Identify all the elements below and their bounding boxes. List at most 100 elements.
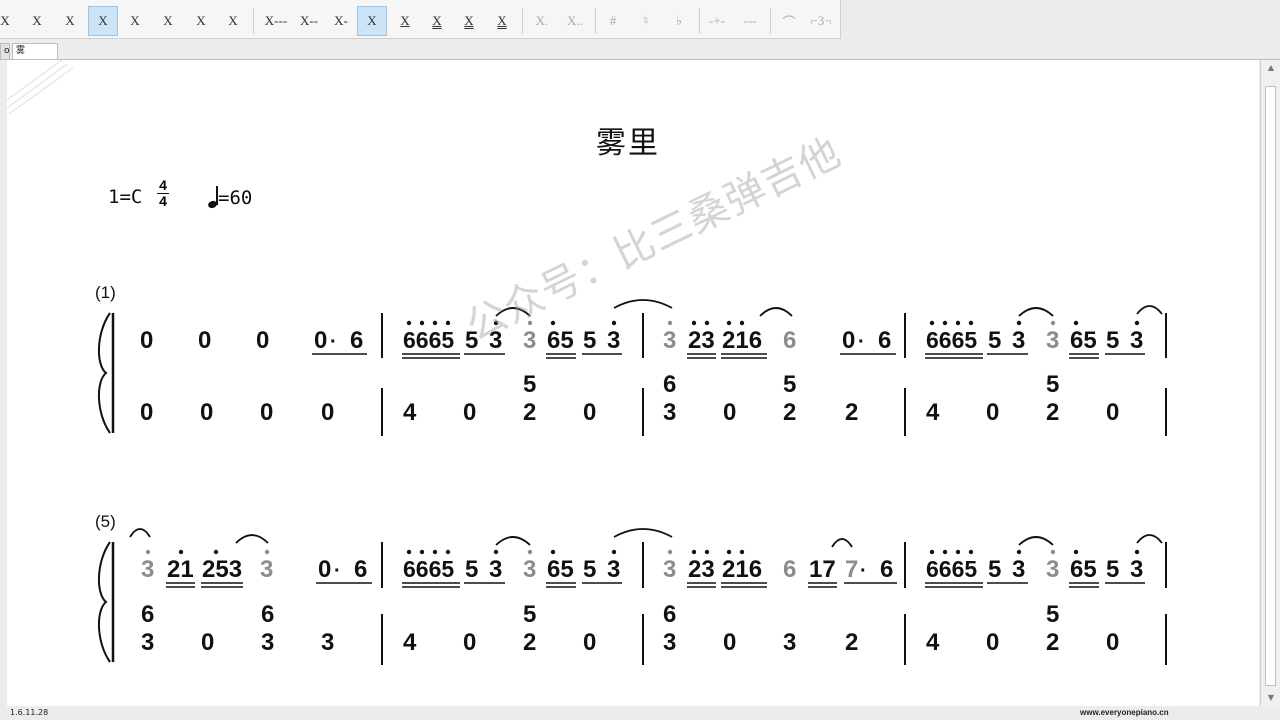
octave-dot (929, 549, 935, 555)
jianpu-note: 6665 (403, 556, 454, 582)
score-notation: (1)0 0 0 0 · 6 6665 5 3 3 65 5 3 3 23 216 6 0 · 6 6665 5 3 3 65 5… (95, 283, 1167, 665)
jianpu-note: 3 (321, 629, 334, 656)
octave-dot (445, 549, 451, 555)
tie-arc (831, 538, 853, 548)
octave-dot (264, 549, 270, 555)
jianpu-note: 3 (663, 399, 676, 426)
jianpu-note: 0 (140, 399, 153, 426)
jianpu-note: 216 (722, 556, 762, 583)
jianpu-note: 21 (167, 556, 194, 583)
jianpu-note: 0 (583, 629, 596, 656)
octave-dot (1050, 320, 1056, 326)
jianpu-note: 6665 (926, 556, 977, 582)
tie-arc-long (613, 528, 673, 538)
jianpu-note: 65 (1070, 556, 1097, 583)
tie-arc-long (613, 299, 673, 309)
system-brace (97, 312, 111, 434)
jianpu-note: 5 (783, 371, 796, 398)
octave-dot (667, 549, 673, 555)
octave-dot (1016, 549, 1022, 555)
octave-dot (955, 549, 961, 555)
octave-dot (1050, 549, 1056, 555)
jianpu-note: 3 (1130, 556, 1143, 583)
jianpu-note: 253 (202, 556, 242, 583)
scroll-down-icon[interactable]: ▼ (1261, 690, 1280, 706)
octave-dot (1073, 549, 1079, 555)
jianpu-note: 0 (723, 629, 736, 656)
jianpu-note: 3 (523, 556, 536, 583)
octave-dot (527, 320, 533, 326)
octave-dot (406, 549, 412, 555)
tie-arc (495, 536, 531, 546)
jianpu-note: 3 (1012, 556, 1025, 583)
tie-arc (235, 534, 269, 544)
octave-dot (432, 320, 438, 326)
jianpu-note: 2 (845, 399, 858, 426)
jianpu-note: 0 (1106, 629, 1119, 656)
jianpu-note: 3 (260, 556, 273, 583)
jianpu-note: 5 (523, 371, 536, 398)
jianpu-note: 0 (201, 629, 214, 656)
jianpu-note: 3 (607, 556, 620, 583)
jianpu-note: 3 (141, 629, 154, 656)
system-brace (97, 541, 111, 663)
octave-dot (704, 320, 710, 326)
octave-dot (739, 320, 745, 326)
jianpu-note: 17 (809, 556, 836, 583)
jianpu-note: 0 (1106, 399, 1119, 426)
jianpu-note: 3 (1012, 327, 1025, 354)
jianpu-note: 6 (663, 371, 676, 398)
jianpu-note: 6 (783, 556, 796, 583)
tie-arc (495, 307, 531, 317)
status-bar: 1.6.11.28 www.everyonepiano.cn (0, 706, 1280, 720)
octave-dot (968, 320, 974, 326)
octave-dot (1134, 320, 1140, 326)
jianpu-note: 4 (403, 629, 417, 656)
scroll-thumb[interactable] (1265, 86, 1276, 686)
octave-dot (968, 549, 974, 555)
tie-arc (1018, 536, 1054, 546)
jianpu-note: 5 (988, 327, 1001, 354)
vertical-scrollbar[interactable]: ▲ ▼ (1260, 60, 1280, 706)
octave-dot (406, 320, 412, 326)
tie-arc (1018, 307, 1054, 317)
octave-dot (739, 549, 745, 555)
jianpu-note: 0 (140, 327, 153, 354)
tie-arc (759, 307, 793, 317)
jianpu-note: 5 (1106, 327, 1119, 354)
octave-dot (527, 549, 533, 555)
jianpu-note: 3 (489, 556, 502, 583)
jianpu-note: 0 (986, 399, 999, 426)
jianpu-note: 4 (926, 399, 940, 426)
jianpu-note: 0 (314, 327, 327, 354)
system-number: (5) (95, 512, 116, 531)
jianpu-note: · (858, 331, 865, 353)
jianpu-note: 3 (783, 629, 796, 656)
octave-dot (1016, 320, 1022, 326)
octave-dot (445, 320, 451, 326)
octave-dot (145, 549, 151, 555)
tie-arc-continued (129, 528, 151, 538)
octave-dot (550, 320, 556, 326)
jianpu-note: 2 (1046, 399, 1059, 426)
jianpu-note: 0 (318, 556, 331, 583)
octave-dot (550, 549, 556, 555)
octave-dot (213, 549, 219, 555)
scroll-up-icon[interactable]: ▲ (1261, 60, 1280, 76)
jianpu-note: 5 (1046, 601, 1059, 628)
octave-dot (419, 549, 425, 555)
jianpu-note: 7 (845, 556, 858, 583)
octave-dot (942, 320, 948, 326)
jianpu-note: 23 (688, 556, 715, 583)
octave-dot (1073, 320, 1079, 326)
jianpu-note: 0 (256, 327, 269, 354)
jianpu-note: 5 (583, 556, 596, 583)
jianpu-note: 3 (141, 556, 154, 583)
jianpu-note: 0 (986, 629, 999, 656)
jianpu-note: 3 (489, 327, 502, 354)
jianpu-note: 5 (988, 556, 1001, 583)
jianpu-note: 6 (354, 556, 367, 583)
octave-dot (726, 549, 732, 555)
octave-dot (493, 549, 499, 555)
octave-dot (178, 549, 184, 555)
